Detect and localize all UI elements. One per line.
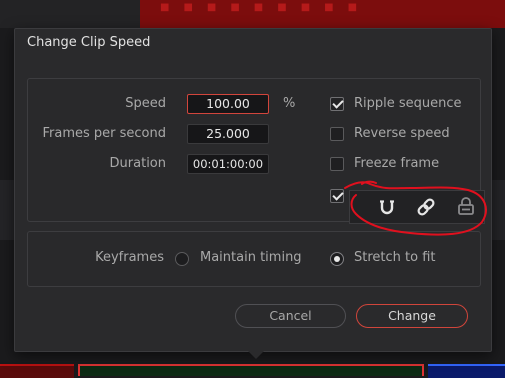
dialog-pointer-tail bbox=[247, 350, 265, 359]
snapping-magnet-icon[interactable] bbox=[374, 194, 400, 220]
stretch-to-fit-label: Stretch to fit bbox=[354, 250, 436, 265]
background-panel bbox=[0, 0, 140, 28]
dialog-title: Change Clip Speed bbox=[27, 35, 151, 50]
ripple-sequence-label: Ripple sequence bbox=[354, 96, 462, 111]
reverse-speed-checkbox[interactable] bbox=[330, 127, 344, 141]
duration-label: Duration bbox=[109, 156, 166, 171]
speed-input[interactable]: 100.00 bbox=[187, 94, 269, 114]
linked-selection-icon[interactable] bbox=[413, 194, 439, 220]
position-lock-icon[interactable] bbox=[453, 194, 479, 220]
reverse-speed-label: Reverse speed bbox=[354, 126, 450, 141]
fps-label: Frames per second bbox=[42, 126, 167, 141]
keyframes-label: Keyframes bbox=[95, 250, 164, 265]
keyframes-panel: Keyframes Maintain timing Stretch to fit bbox=[27, 231, 481, 287]
timeline-toolbar-popup bbox=[349, 190, 485, 224]
fps-input[interactable]: 25.000 bbox=[187, 124, 269, 144]
speed-unit: % bbox=[283, 96, 296, 111]
freeze-frame-label: Freeze frame bbox=[354, 156, 440, 171]
maintain-timing-radio[interactable] bbox=[175, 252, 189, 266]
fourth-option-checkbox[interactable] bbox=[330, 189, 344, 203]
cancel-button[interactable]: Cancel bbox=[235, 304, 346, 328]
timeline-clip-selected[interactable] bbox=[78, 364, 424, 376]
background-viewer: ■■■■■■■■■ bbox=[140, 0, 505, 28]
stretch-to-fit-radio[interactable] bbox=[330, 252, 344, 266]
freeze-frame-checkbox[interactable] bbox=[330, 157, 344, 171]
duration-input[interactable]: 00:01:00:00 bbox=[187, 154, 269, 174]
speed-label: Speed bbox=[125, 96, 166, 111]
change-button[interactable]: Change bbox=[356, 304, 468, 328]
maintain-timing-label: Maintain timing bbox=[200, 250, 302, 265]
ripple-sequence-checkbox[interactable] bbox=[330, 97, 344, 111]
